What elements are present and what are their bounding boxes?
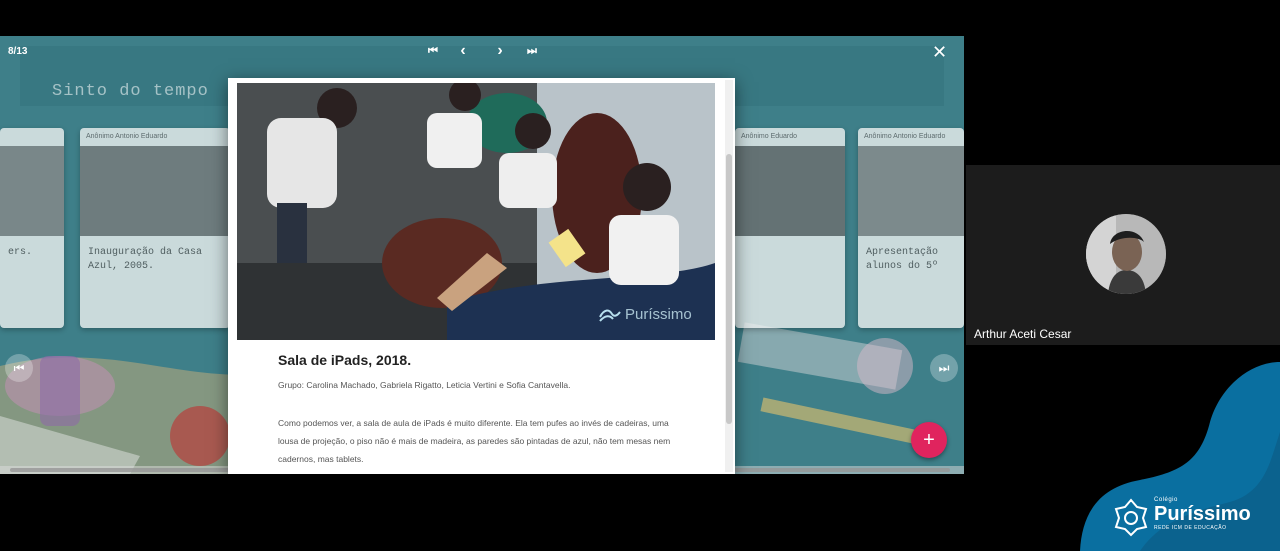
post-modal: Puríssimo Sala de iPads, 2018. Grupo: Ca… xyxy=(228,78,735,474)
post-title: Sala de iPads, 2018. xyxy=(278,352,412,368)
post-photo: Puríssimo xyxy=(237,83,715,340)
wall-card[interactable]: ers. xyxy=(0,128,64,328)
card-photo xyxy=(858,146,964,236)
card-photo xyxy=(80,146,230,236)
card-caption: Inauguração da Casa Azul, 2005. xyxy=(88,247,203,272)
card-photo xyxy=(0,146,64,236)
wall-card[interactable]: Anônimo Eduardo xyxy=(735,128,845,328)
card-caption: ers. xyxy=(8,247,33,258)
post-body: Como podemos ver, a sala de aula de iPad… xyxy=(278,418,671,464)
last-slide-button[interactable]: ⏭ xyxy=(523,43,541,59)
wall-next-button[interactable]: ⏭ xyxy=(930,354,958,382)
card-photo xyxy=(735,146,845,236)
card-author: Anônimo Antonio Eduardo xyxy=(864,133,946,140)
user-photo-illustration xyxy=(1086,214,1166,294)
card-author: Anônimo Antonio Eduardo xyxy=(86,133,168,140)
viewer-toolbar: 8/13 ⏮ ‹ › ⏭ ✕ xyxy=(0,36,964,66)
post-group: Grupo: Carolina Machado, Gabriela Rigatt… xyxy=(278,380,571,390)
post-watermark-text: Puríssimo xyxy=(625,305,692,323)
card-author: Anônimo Eduardo xyxy=(741,133,798,140)
post-scrollbar[interactable] xyxy=(725,80,733,472)
avatar xyxy=(1086,214,1166,294)
brand-logo-icon xyxy=(1114,498,1148,537)
wall-card[interactable]: Anônimo Antonio Eduardo Apresentação alu… xyxy=(858,128,964,328)
classroom-photo-illustration xyxy=(237,83,715,340)
brand-name: Puríssimo xyxy=(1154,503,1251,525)
wall-prev-button[interactable]: ⏮ xyxy=(5,354,33,382)
participant-name: Arthur Aceti Cesar xyxy=(974,327,1072,341)
wall-title: Sinto do tempo xyxy=(52,82,209,101)
slide-counter: 8/13 xyxy=(8,46,28,57)
post-watermark: Puríssimo xyxy=(599,305,692,323)
add-post-button[interactable]: + xyxy=(911,422,947,458)
card-caption xyxy=(735,236,845,256)
wall-card[interactable]: Anônimo Antonio Eduardo Inauguração da C… xyxy=(80,128,230,328)
close-icon[interactable]: ✕ xyxy=(932,42,947,63)
brand-subtitle: REDE ICM DE EDUCAÇÃO xyxy=(1154,525,1227,531)
next-slide-button[interactable]: › xyxy=(491,42,509,59)
first-slide-button[interactable]: ⏮ xyxy=(424,43,442,59)
participant-tile[interactable]: Arthur Aceti Cesar xyxy=(966,165,1280,345)
card-author xyxy=(0,128,64,146)
card-caption: Apresentação alunos do 5º xyxy=(866,247,939,272)
brand-wordmark: Colégio Puríssimo REDE ICM DE EDUCAÇÃO xyxy=(1154,497,1251,531)
wave-logo-icon xyxy=(599,309,621,322)
prev-slide-button[interactable]: ‹ xyxy=(454,42,472,59)
